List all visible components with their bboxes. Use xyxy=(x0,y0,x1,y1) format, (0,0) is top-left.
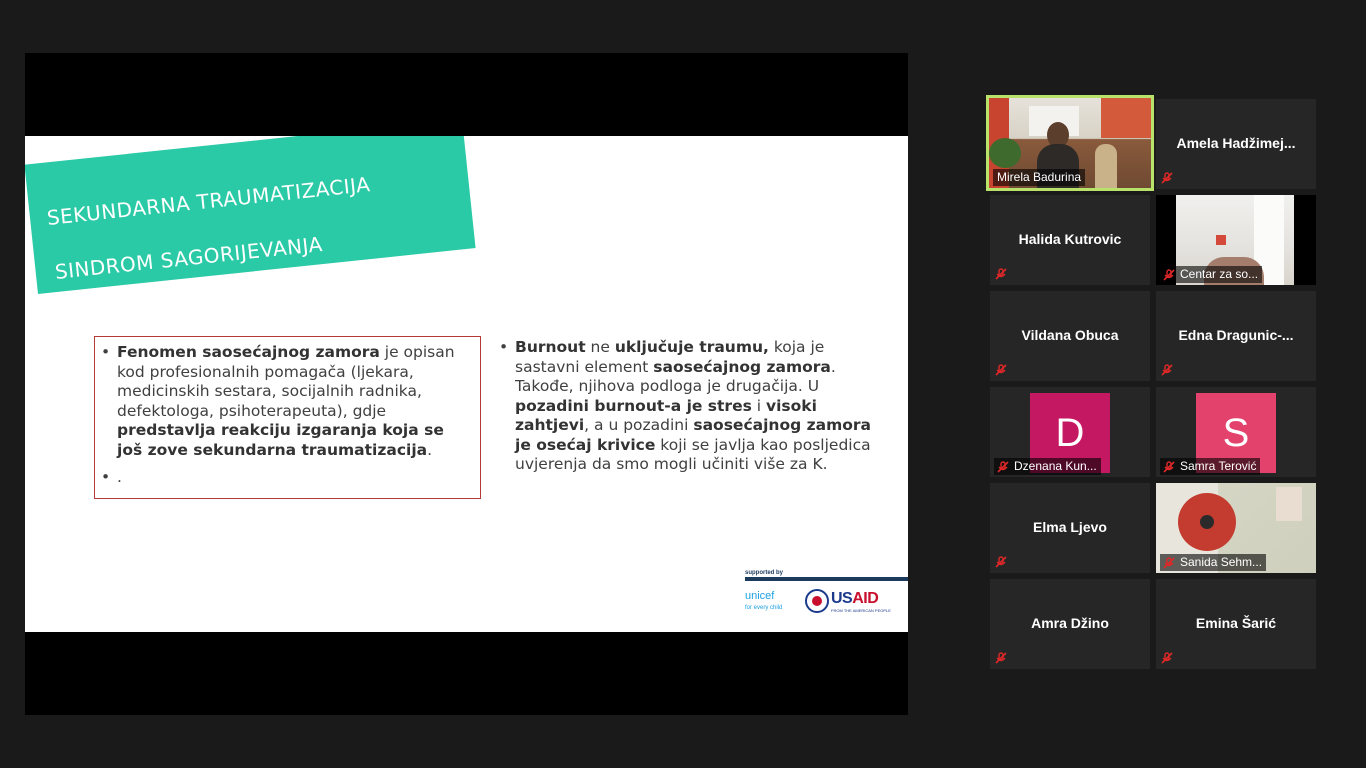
participant-tile-mirela[interactable]: Mirela Badurina xyxy=(986,95,1154,191)
participant-tile[interactable]: Centar za so... xyxy=(1156,195,1316,285)
participant-name-label: Dzenana Kun... xyxy=(994,458,1101,475)
mic-muted-icon xyxy=(994,651,1008,665)
participant-name: Amra Džino xyxy=(1031,615,1109,631)
unicef-logo: unicef xyxy=(745,590,775,602)
usaid-tagline: FROM THE AMERICAN PEOPLE xyxy=(831,608,891,613)
usaid-logo: USAID xyxy=(831,590,879,607)
mic-muted-icon xyxy=(1160,171,1174,185)
right-bullet-1: Burnout ne uključuje traumu, koja je sas… xyxy=(499,338,885,475)
usaid-seal-icon xyxy=(805,589,829,613)
mic-muted-icon xyxy=(1160,363,1174,377)
left-bullet-1: Fenomen saosećajnog zamora je opisan kod… xyxy=(101,343,472,460)
participant-tile[interactable]: Vildana Obuca xyxy=(990,291,1150,381)
participant-name-label: Mirela Badurina xyxy=(993,169,1086,186)
participant-name: Vildana Obuca xyxy=(1021,327,1119,343)
participant-name-label: Samra Terović xyxy=(1160,458,1261,475)
mic-muted-icon xyxy=(996,460,1010,474)
unicef-tagline: for every child xyxy=(745,605,783,611)
participant-name: Emina Šarić xyxy=(1195,615,1277,631)
mic-muted-icon xyxy=(994,267,1008,281)
mic-muted-icon xyxy=(1162,268,1176,282)
participant-tile[interactable]: Edna Dragunic-... xyxy=(1156,291,1316,381)
participant-name: Amela Hadžimej... xyxy=(1176,135,1296,151)
participant-tile[interactable]: Amela Hadžimej... xyxy=(1156,99,1316,189)
mic-muted-icon xyxy=(994,363,1008,377)
meeting-window: SEKUNDARNA TRAUMATIZACIJA SINDROM SAGORI… xyxy=(0,0,1366,768)
participant-tile[interactable]: Elma Ljevo xyxy=(990,483,1150,573)
mic-muted-icon xyxy=(1162,556,1176,570)
participant-tile[interactable]: Halida Kutrovic xyxy=(990,195,1150,285)
participant-tile[interactable]: Emina Šarić xyxy=(1156,579,1316,669)
supported-by-label: supported by xyxy=(745,570,784,576)
shared-screen: SEKUNDARNA TRAUMATIZACIJA SINDROM SAGORI… xyxy=(25,53,908,715)
participant-name-label: Centar za so... xyxy=(1160,266,1263,283)
participant-tile[interactable]: D Dzenana Kun... xyxy=(990,387,1150,477)
participant-name-label: Sanida Sehm... xyxy=(1160,554,1267,571)
participant-tile[interactable]: Amra Džino xyxy=(990,579,1150,669)
participant-name: Edna Dragunic-... xyxy=(1178,327,1294,343)
participant-name: Halida Kutrovic xyxy=(1018,231,1122,247)
participant-tile[interactable]: Sanida Sehm... xyxy=(1156,483,1316,573)
participant-name: Elma Ljevo xyxy=(1033,519,1107,535)
right-text-column: Burnout ne uključuje traumu, koja je sas… xyxy=(499,338,885,475)
logo-divider xyxy=(745,577,908,581)
sponsor-logos: supported by unicef for every child USAI… xyxy=(743,568,908,632)
presentation-slide: SEKUNDARNA TRAUMATIZACIJA SINDROM SAGORI… xyxy=(25,136,908,632)
participant-tile[interactable]: S Samra Terović xyxy=(1156,387,1316,477)
mic-muted-icon xyxy=(994,555,1008,569)
mic-muted-icon xyxy=(1162,460,1176,474)
left-text-box: Fenomen saosećajnog zamora je opisan kod… xyxy=(94,336,481,499)
left-bullet-2: . xyxy=(101,468,472,488)
mic-muted-icon xyxy=(1160,651,1174,665)
